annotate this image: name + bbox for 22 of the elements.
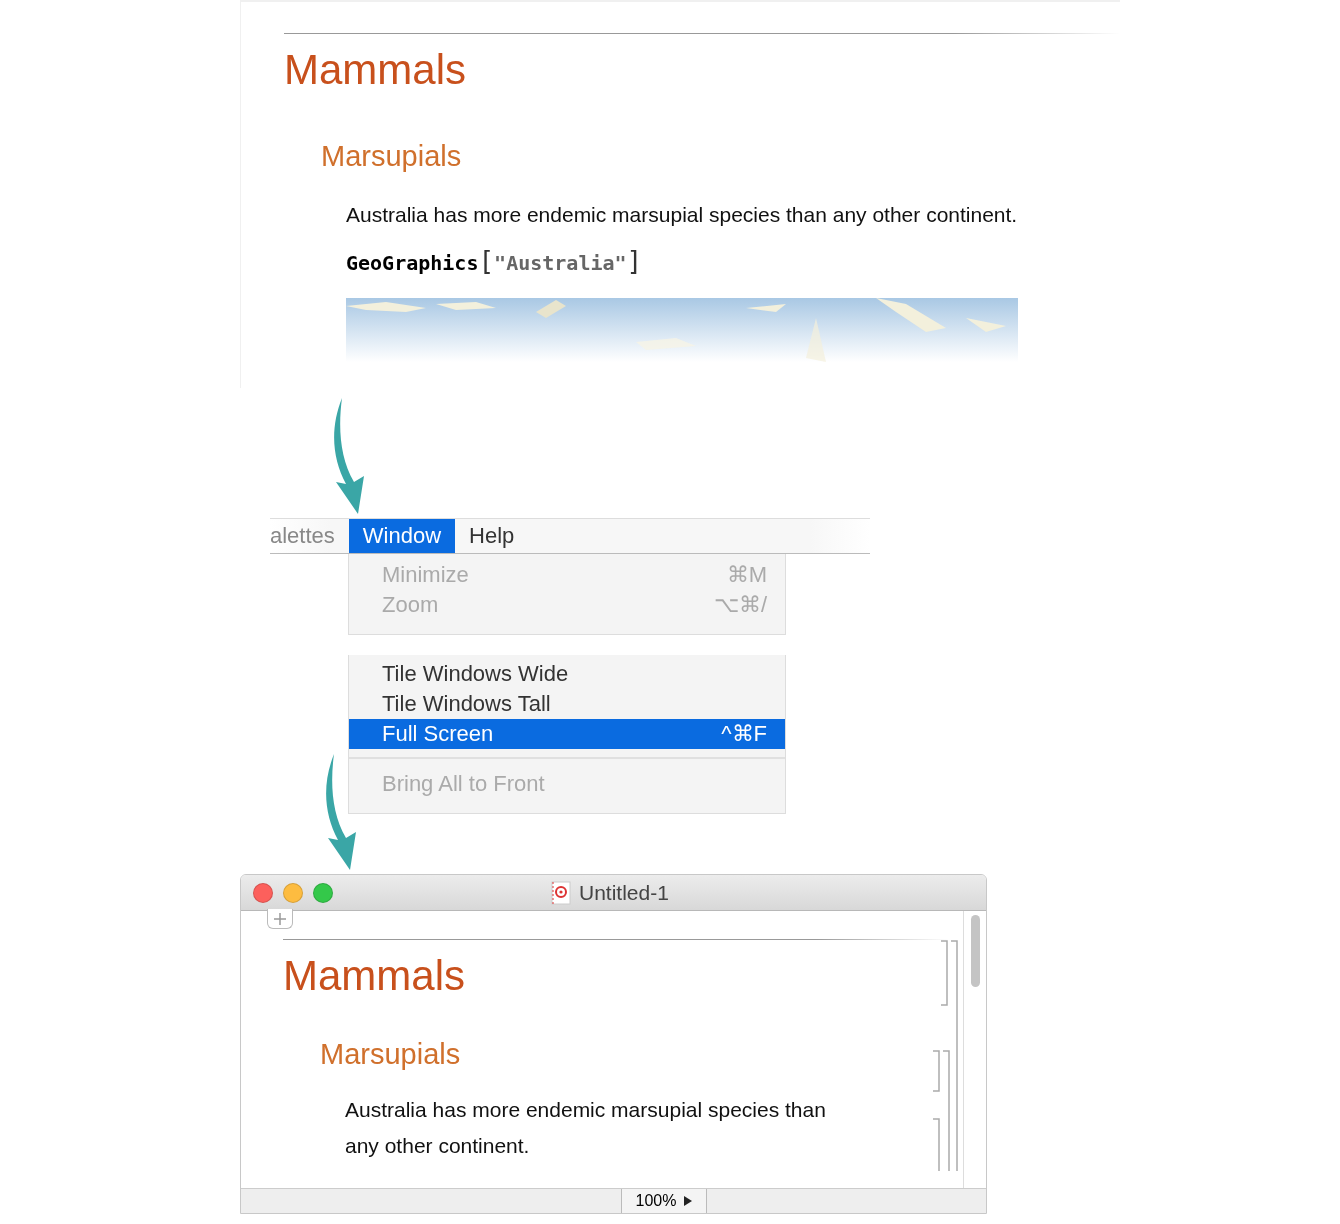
plus-icon bbox=[274, 912, 286, 925]
close-button[interactable] bbox=[253, 882, 273, 903]
menu-bar-item[interactable]: alettes bbox=[270, 519, 349, 553]
body-text: Australia has more endemic marsupial species than any other continent. bbox=[345, 1097, 827, 1159]
notebook-title: Mammals bbox=[283, 951, 466, 1001]
menu-bar-item[interactable]: Window bbox=[348, 519, 456, 553]
minimize-button[interactable] bbox=[283, 882, 303, 903]
section-heading: Marsupials bbox=[320, 1037, 462, 1072]
menu-item[interactable]: Full Screen ^⌘F bbox=[349, 719, 785, 749]
document-icon bbox=[551, 880, 571, 905]
zoom-menu[interactable]: 100% bbox=[621, 1189, 707, 1213]
menu-item[interactable]: Tile Windows Wide bbox=[349, 659, 785, 689]
notebook-title: Mammals bbox=[284, 45, 467, 95]
zoom-button[interactable] bbox=[313, 882, 333, 903]
window-title: Untitled-1 bbox=[579, 880, 669, 905]
menu-bar-item[interactable]: Help bbox=[455, 519, 529, 553]
add-cell-button[interactable] bbox=[267, 909, 293, 929]
body-text: Australia has more endemic marsupial species than any other continent. bbox=[346, 202, 1019, 228]
code-text: GeoGraphics["Australia"] bbox=[346, 246, 643, 278]
section-heading: Marsupials bbox=[321, 139, 463, 174]
triangle-icon bbox=[684, 1196, 693, 1206]
menu-item[interactable]: Tile Windows Tall bbox=[349, 689, 785, 719]
